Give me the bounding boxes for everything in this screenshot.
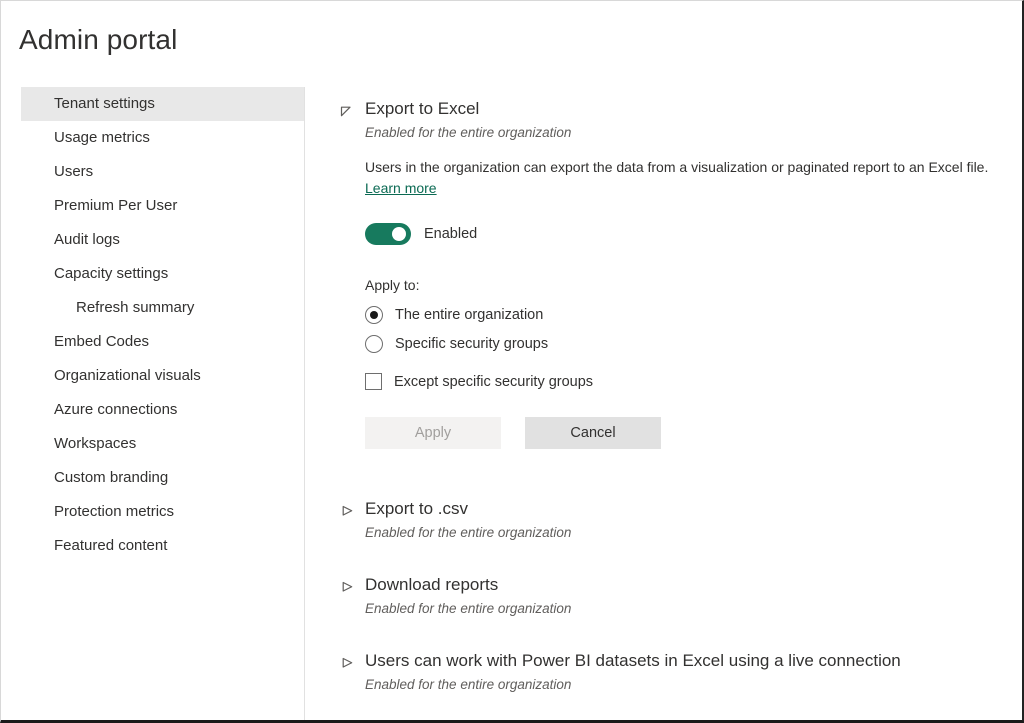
chevron-right-icon[interactable] — [339, 504, 353, 518]
chevron-right-icon[interactable] — [339, 580, 353, 594]
sidebar-item-refresh-summary[interactable]: Refresh summary — [21, 291, 304, 325]
sidebar-item-capacity-settings[interactable]: Capacity settings — [21, 257, 304, 291]
sidebar-nav: Tenant settings Usage metrics Users Premium… — [21, 87, 304, 563]
sidebar-item-tenant-settings[interactable]: Tenant settings — [21, 87, 304, 121]
main-content: Export to Excel Enabled for the entire o… — [339, 97, 989, 695]
collapsed-settings-list: Export to .csv Enabled for the entire org… — [339, 497, 989, 695]
sidebar-item-workspaces[interactable]: Workspaces — [21, 427, 304, 461]
setting-status: Enabled for the entire organization — [365, 525, 572, 540]
radio-option-entire-organization[interactable]: The entire organization — [365, 306, 989, 324]
setting-header-export-to-csv[interactable]: Export to .csv Enabled for the entire org… — [339, 497, 989, 543]
setting-download-reports: Download reports Enabled for the entire o… — [339, 573, 989, 619]
learn-more-link[interactable]: Learn more — [365, 180, 437, 196]
setting-title: Users can work with Power BI datasets in… — [365, 651, 901, 670]
setting-body-export-to-excel: Users in the organization can export the… — [365, 157, 989, 449]
chevron-down-icon[interactable] — [339, 104, 353, 118]
radio-label: Specific security groups — [395, 336, 549, 352]
checkbox-except-specific-security-groups[interactable]: Except specific security groups — [365, 373, 989, 390]
setting-export-to-csv: Export to .csv Enabled for the entire org… — [339, 497, 989, 543]
chevron-right-icon[interactable] — [339, 656, 353, 670]
radio-option-specific-security-groups[interactable]: Specific security groups — [365, 335, 989, 353]
sidebar-item-organizational-visuals[interactable]: Organizational visuals — [21, 359, 304, 393]
sidebar-item-users[interactable]: Users — [21, 155, 304, 189]
sidebar-item-custom-branding[interactable]: Custom branding — [21, 461, 304, 495]
setting-status: Enabled for the entire organization — [365, 677, 572, 692]
toggle-knob — [392, 227, 406, 241]
apply-button[interactable]: Apply — [365, 417, 501, 449]
setting-title: Download reports — [365, 575, 499, 594]
setting-header-users-can-work-with-power-bi-datasets-in[interactable]: Users can work with Power BI datasets in… — [339, 649, 989, 695]
setting-header-download-reports[interactable]: Download reports Enabled for the entire o… — [339, 573, 989, 619]
setting-title: Export to Excel — [365, 99, 480, 118]
cancel-button[interactable]: Cancel — [525, 417, 661, 449]
setting-header-export-to-excel[interactable]: Export to Excel Enabled for the entire o… — [339, 97, 989, 143]
radio-icon-unselected[interactable] — [365, 335, 383, 353]
radio-label: The entire organization — [395, 307, 544, 323]
sidebar-item-premium-per-user[interactable]: Premium Per User — [21, 189, 304, 223]
sidebar-divider — [304, 87, 305, 720]
sidebar-item-protection-metrics[interactable]: Protection metrics — [21, 495, 304, 529]
setting-status: Enabled for the entire organization — [365, 601, 572, 616]
enabled-toggle-row: Enabled — [365, 223, 989, 245]
enabled-toggle[interactable] — [365, 223, 411, 245]
setting-export-to-excel: Export to Excel Enabled for the entire o… — [339, 97, 989, 449]
page-title: Admin portal — [19, 24, 178, 55]
radio-icon-selected[interactable] — [365, 306, 383, 324]
checkbox-label: Except specific security groups — [394, 373, 594, 390]
apply-to-label: Apply to: — [365, 277, 420, 293]
sidebar-item-embed-codes[interactable]: Embed Codes — [21, 325, 304, 359]
setting-status: Enabled for the entire organization — [365, 125, 572, 140]
setting-description-text: Users in the organization can export the… — [365, 159, 989, 175]
sidebar-item-usage-metrics[interactable]: Usage metrics — [21, 121, 304, 155]
admin-portal-page: Admin portal Tenant settings Usage metric… — [0, 0, 1024, 723]
setting-title: Export to .csv — [365, 499, 468, 518]
setting-users-can-work-with-power-bi-datasets-in: Users can work with Power BI datasets in… — [339, 649, 989, 695]
checkbox-icon-unchecked[interactable] — [365, 373, 382, 390]
setting-description: Users in the organization can export the… — [365, 157, 989, 199]
action-buttons: Apply Cancel — [365, 417, 989, 449]
enabled-toggle-label: Enabled — [424, 226, 478, 242]
sidebar-item-featured-content[interactable]: Featured content — [21, 529, 304, 563]
sidebar-item-audit-logs[interactable]: Audit logs — [21, 223, 304, 257]
sidebar-item-azure-connections[interactable]: Azure connections — [21, 393, 304, 427]
